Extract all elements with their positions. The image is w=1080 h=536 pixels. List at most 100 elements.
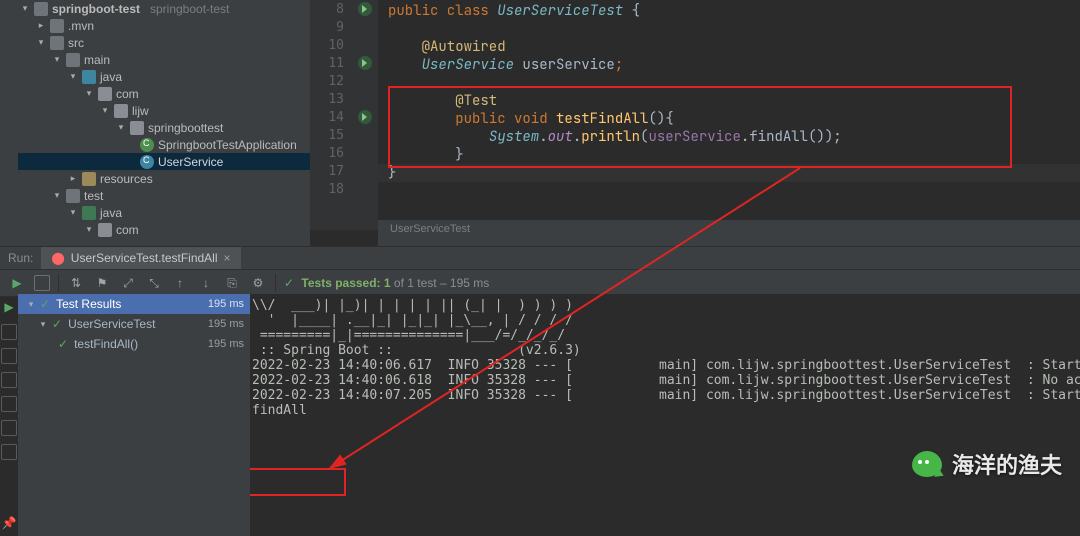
tree-label: main [84,53,110,67]
console-line: :: Spring Boot :: (v2.6.3) [252,343,581,358]
resources-folder-icon [82,172,96,186]
tree-node-springboottest[interactable]: ▾ springboottest [18,119,310,136]
tree-label: springboottest [148,121,223,135]
folder-icon [50,36,64,50]
code-line[interactable]: System.out.println(userService.findAll()… [388,128,842,146]
code-line[interactable]: } [388,146,464,164]
tree-node-app-class[interactable]: SpringbootTestApplication [18,136,310,153]
test-duration: 195 ms [208,298,244,310]
code-line[interactable]: @Test [388,92,497,110]
tree-node-main[interactable]: ▾ main [18,51,310,68]
chevron-down-icon[interactable]: ▾ [38,319,48,330]
tree-node-com2[interactable]: ▾ com [18,221,310,238]
chevron-down-icon[interactable]: ▾ [84,224,94,235]
test-results-tree[interactable]: ▾ Test Results 195 ms ▾ UserServiceTest … [18,294,250,536]
chevron-right-icon[interactable]: ▸ [36,20,46,31]
pass-icon [52,317,64,331]
module-icon [34,2,48,16]
chevron-down-icon[interactable]: ▾ [20,3,30,14]
test-duration: 195 ms [208,338,244,350]
test-tree-method[interactable]: testFindAll() 195 ms [18,334,250,354]
chevron-down-icon[interactable]: ▾ [36,37,46,48]
pass-icon [58,337,70,351]
tree-label: com [116,87,139,101]
tree-label: resources [100,172,153,186]
tree-node-com[interactable]: ▾ com [18,85,310,102]
side-button[interactable] [1,372,17,388]
rerun-button[interactable]: ▶ [8,274,26,292]
tree-label: lijw [132,104,149,118]
run-gutter-icon[interactable] [358,110,372,124]
side-button[interactable] [1,396,17,412]
expand-button[interactable]: ⤢ [119,274,137,292]
test-tree-class[interactable]: ▾ UserServiceTest 195 ms [18,314,250,334]
rerun-side-button[interactable]: ▶ [0,298,18,316]
code-line[interactable]: public class UserServiceTest { [388,2,640,20]
tree-node-userservice[interactable]: UserService [18,153,310,170]
tree-node-resources[interactable]: ▸ resources [18,170,310,187]
tree-label: .mvn [68,19,94,33]
tree-node-java[interactable]: ▾ java [18,68,310,85]
console-output[interactable]: \\/ ___)| |_)| | | | | || (_| | ) ) ) ) … [250,294,1080,536]
editor-gutter[interactable]: 8 9 10 11 12 13 14 15 16 17 18 [310,0,378,230]
run-label: Run: [0,251,41,265]
tree-node-java2[interactable]: ▾ java [18,204,310,221]
chevron-down-icon[interactable]: ▾ [52,54,62,65]
tree-node-lijw[interactable]: ▾ lijw [18,102,310,119]
collapse-button[interactable]: ⤡ [145,274,163,292]
chevron-down-icon[interactable]: ▾ [52,190,62,201]
tree-node-project[interactable]: ▾ springboot-test springboot-test [18,0,310,17]
chevron-down-icon[interactable]: ▾ [68,71,78,82]
wechat-icon [912,451,942,477]
code-line[interactable]: public void testFindAll(){ [388,110,674,128]
toggle-tests-button[interactable]: ⇅ [67,274,85,292]
filter-button[interactable]: ⚑ [93,274,111,292]
run-gutter-icon[interactable] [358,2,372,16]
test-tree-root[interactable]: ▾ Test Results 195 ms [18,294,250,314]
tree-node-test[interactable]: ▾ test [18,187,310,204]
test-duration: 195 ms [208,318,244,330]
export-button[interactable]: ⎘ [223,274,241,292]
pin-icon[interactable]: 📌 [0,514,18,532]
close-icon[interactable]: × [224,251,231,265]
run-config-tab[interactable]: ⬤ UserServiceTest.testFindAll × [41,247,240,269]
line-number: 16 [322,146,344,161]
source-folder-icon [82,70,96,84]
line-number: 10 [322,38,344,53]
current-line-highlight [378,164,1080,182]
line-number: 15 [322,128,344,143]
side-button[interactable] [1,444,17,460]
line-number: 11 [322,56,344,71]
project-tree[interactable]: ▾ springboot-test springboot-test ▸ .mvn… [18,0,310,246]
code-line[interactable]: } [388,164,396,182]
folder-icon [66,189,80,203]
run-toolbar: ▶ ⇅ ⚑ ⤢ ⤡ ↑ ↓ ⎘ ⚙ Tests passed: 1 of 1 t… [0,270,1080,297]
code-line[interactable]: UserService userService; [388,56,623,74]
chevron-down-icon[interactable]: ▾ [68,207,78,218]
test-tree-label: testFindAll() [74,337,138,351]
tests-passed-summary: Tests passed: 1 of 1 test – 195 ms [284,276,489,290]
side-button[interactable] [1,348,17,364]
prev-button[interactable]: ↑ [171,274,189,292]
side-button[interactable] [1,324,17,340]
chevron-down-icon[interactable]: ▾ [100,105,110,116]
breadcrumb-item[interactable]: UserServiceTest [390,223,470,235]
stop-button[interactable] [34,275,50,291]
run-tool-window: Run: ⬤ UserServiceTest.testFindAll × ▶ ⇅… [0,246,1080,536]
next-button[interactable]: ↓ [197,274,215,292]
editor-breadcrumb[interactable]: UserServiceTest [378,220,1080,246]
chevron-down-icon[interactable]: ▾ [84,88,94,99]
settings-button[interactable]: ⚙ [249,274,267,292]
code-editor[interactable]: 8 9 10 11 12 13 14 15 16 17 18 public cl… [310,0,1080,246]
spring-gutter-icon[interactable] [358,56,372,70]
code-line[interactable]: @Autowired [388,38,506,56]
tree-node-mvn[interactable]: ▸ .mvn [18,17,310,34]
tree-label: springboot-test [52,2,140,16]
package-icon [130,121,144,135]
chevron-down-icon[interactable]: ▾ [26,299,36,310]
run-tab-label: UserServiceTest.testFindAll [71,251,218,265]
chevron-right-icon[interactable]: ▸ [68,173,78,184]
tree-node-src[interactable]: ▾ src [18,34,310,51]
side-button[interactable] [1,420,17,436]
chevron-down-icon[interactable]: ▾ [116,122,126,133]
